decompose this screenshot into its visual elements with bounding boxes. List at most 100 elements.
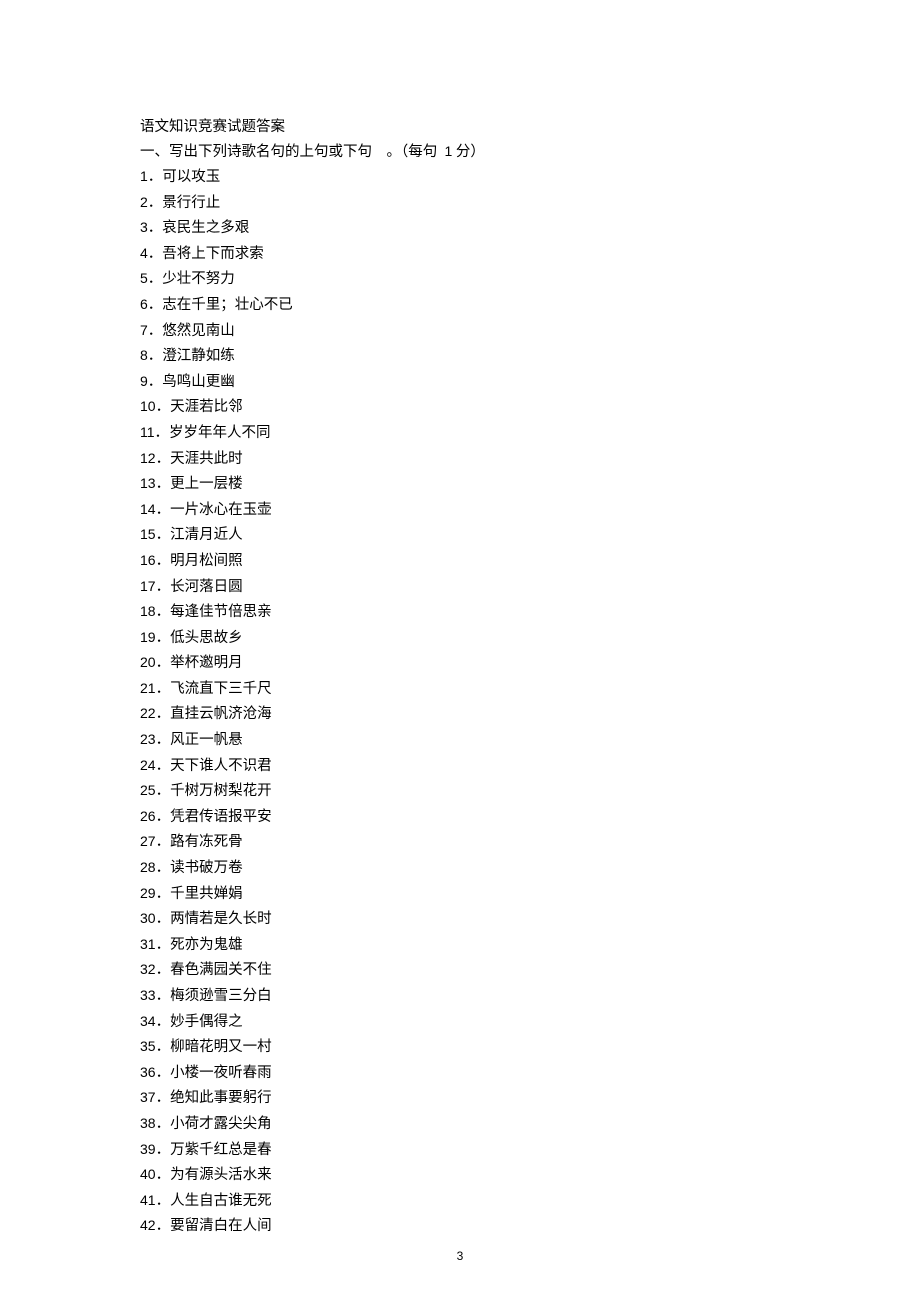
list-item: 31．死亦为鬼雄: [140, 932, 800, 958]
item-separator: ．: [156, 1065, 171, 1081]
item-separator: ．: [148, 169, 163, 185]
section-heading-prefix: 一、写出下列诗歌名句的上句或下句: [140, 144, 372, 160]
list-item: 36．小楼一夜听春雨: [140, 1060, 800, 1086]
item-separator: ．: [156, 476, 171, 492]
list-item: 11．岁岁年年人不同: [140, 420, 800, 446]
item-text: 读书破万卷: [170, 860, 243, 876]
item-text: 凭君传语报平安: [170, 809, 272, 825]
list-item: 8．澄江静如练: [140, 343, 800, 369]
list-item: 23．风正一帆悬: [140, 727, 800, 753]
item-text: 死亦为鬼雄: [170, 937, 243, 953]
list-item: 39．万紫千红总是春: [140, 1137, 800, 1163]
section-heading: 一、写出下列诗歌名句的上句或下句 。（每句 1 分）: [140, 139, 800, 164]
item-number: 9: [140, 373, 148, 389]
list-item: 27．路有冻死骨: [140, 829, 800, 855]
item-separator: ．: [156, 399, 171, 415]
list-item: 35．柳暗花明又一村: [140, 1034, 800, 1060]
list-item: 22．直挂云帆济沧海: [140, 701, 800, 727]
item-number: 29: [140, 885, 156, 901]
item-number: 37: [140, 1089, 156, 1105]
item-text: 路有冻死骨: [170, 834, 243, 850]
item-separator: ．: [156, 579, 171, 595]
list-item: 32．春色满园关不住: [140, 957, 800, 983]
list-item: 29．千里共婵娟: [140, 881, 800, 907]
list-item: 12．天涯共此时: [140, 446, 800, 472]
item-separator: ．: [156, 937, 171, 953]
item-number: 22: [140, 705, 156, 721]
item-number: 20: [140, 654, 156, 670]
item-number: 12: [140, 450, 156, 466]
item-number: 5: [140, 270, 148, 286]
list-item: 24．天下谁人不识君: [140, 753, 800, 779]
item-text: 可以攻玉: [162, 169, 220, 185]
item-number: 1: [140, 168, 148, 184]
item-text: 长河落日圆: [170, 579, 243, 595]
item-text: 要留清白在人间: [170, 1218, 272, 1234]
item-number: 10: [140, 398, 156, 414]
item-separator: ．: [156, 1218, 171, 1234]
item-number: 40: [140, 1166, 156, 1182]
item-separator: ．: [148, 195, 163, 211]
item-number: 2: [140, 194, 148, 210]
list-item: 6．志在千里；壮心不已: [140, 292, 800, 318]
item-separator: ．: [156, 630, 171, 646]
item-text: 澄江静如练: [162, 348, 235, 364]
item-text: 绝知此事要躬行: [170, 1090, 272, 1106]
section-heading-points-number: 1: [445, 143, 453, 159]
item-number: 26: [140, 808, 156, 824]
document-body: 语文知识竞赛试题答案 一、写出下列诗歌名句的上句或下句 。（每句 1 分） 1．…: [0, 0, 920, 1279]
item-separator: ．: [156, 502, 171, 518]
item-number: 13: [140, 475, 156, 491]
item-number: 33: [140, 987, 156, 1003]
item-number: 3: [140, 219, 148, 235]
item-separator: ．: [156, 604, 171, 620]
item-separator: ．: [156, 1014, 171, 1030]
list-item: 25．千树万树梨花开: [140, 778, 800, 804]
item-text: 明月松间照: [170, 553, 243, 569]
item-text: 江清月近人: [170, 527, 243, 543]
item-text: 小荷才露尖尖角: [170, 1116, 272, 1132]
document-title: 语文知识竞赛试题答案: [140, 115, 800, 139]
item-separator: ．: [156, 681, 171, 697]
item-text: 天涯共此时: [170, 451, 243, 467]
item-number: 28: [140, 859, 156, 875]
item-separator: ．: [148, 271, 163, 287]
list-item: 18．每逢佳节倍思亲: [140, 599, 800, 625]
list-item: 15．江清月近人: [140, 522, 800, 548]
list-item: 17．长河落日圆: [140, 574, 800, 600]
item-separator: ．: [156, 809, 171, 825]
item-number: 6: [140, 296, 148, 312]
list-item: 16．明月松间照: [140, 548, 800, 574]
item-text: 悠然见南山: [162, 323, 235, 339]
list-item: 34．妙手偶得之: [140, 1009, 800, 1035]
item-separator: ．: [148, 374, 163, 390]
item-number: 4: [140, 245, 148, 261]
item-separator: ．: [156, 886, 171, 902]
item-number: 31: [140, 936, 156, 952]
item-number: 41: [140, 1192, 156, 1208]
item-text: 举杯邀明月: [170, 655, 243, 671]
item-text: 鸟鸣山更幽: [162, 374, 235, 390]
item-number: 8: [140, 347, 148, 363]
item-text: 天涯若比邻: [170, 399, 243, 415]
list-item: 21．飞流直下三千尺: [140, 676, 800, 702]
item-separator: ．: [156, 1167, 171, 1183]
item-separator: ．: [155, 425, 170, 441]
item-separator: ．: [156, 451, 171, 467]
item-separator: ．: [156, 706, 171, 722]
item-separator: ．: [156, 1142, 171, 1158]
item-text: 志在千里；壮心不已: [162, 297, 293, 313]
item-number: 15: [140, 526, 156, 542]
list-item: 7．悠然见南山: [140, 318, 800, 344]
item-text: 岁岁年年人不同: [169, 425, 271, 441]
item-text: 人生自古谁无死: [170, 1193, 272, 1209]
list-item: 30．两情若是久长时: [140, 906, 800, 932]
item-separator: ．: [156, 527, 171, 543]
item-number: 7: [140, 322, 148, 338]
item-number: 32: [140, 961, 156, 977]
item-text: 吾将上下而求索: [162, 246, 264, 262]
item-text: 小楼一夜听春雨: [170, 1065, 272, 1081]
item-number: 30: [140, 910, 156, 926]
item-text: 春色满园关不住: [170, 962, 272, 978]
list-item: 20．举杯邀明月: [140, 650, 800, 676]
